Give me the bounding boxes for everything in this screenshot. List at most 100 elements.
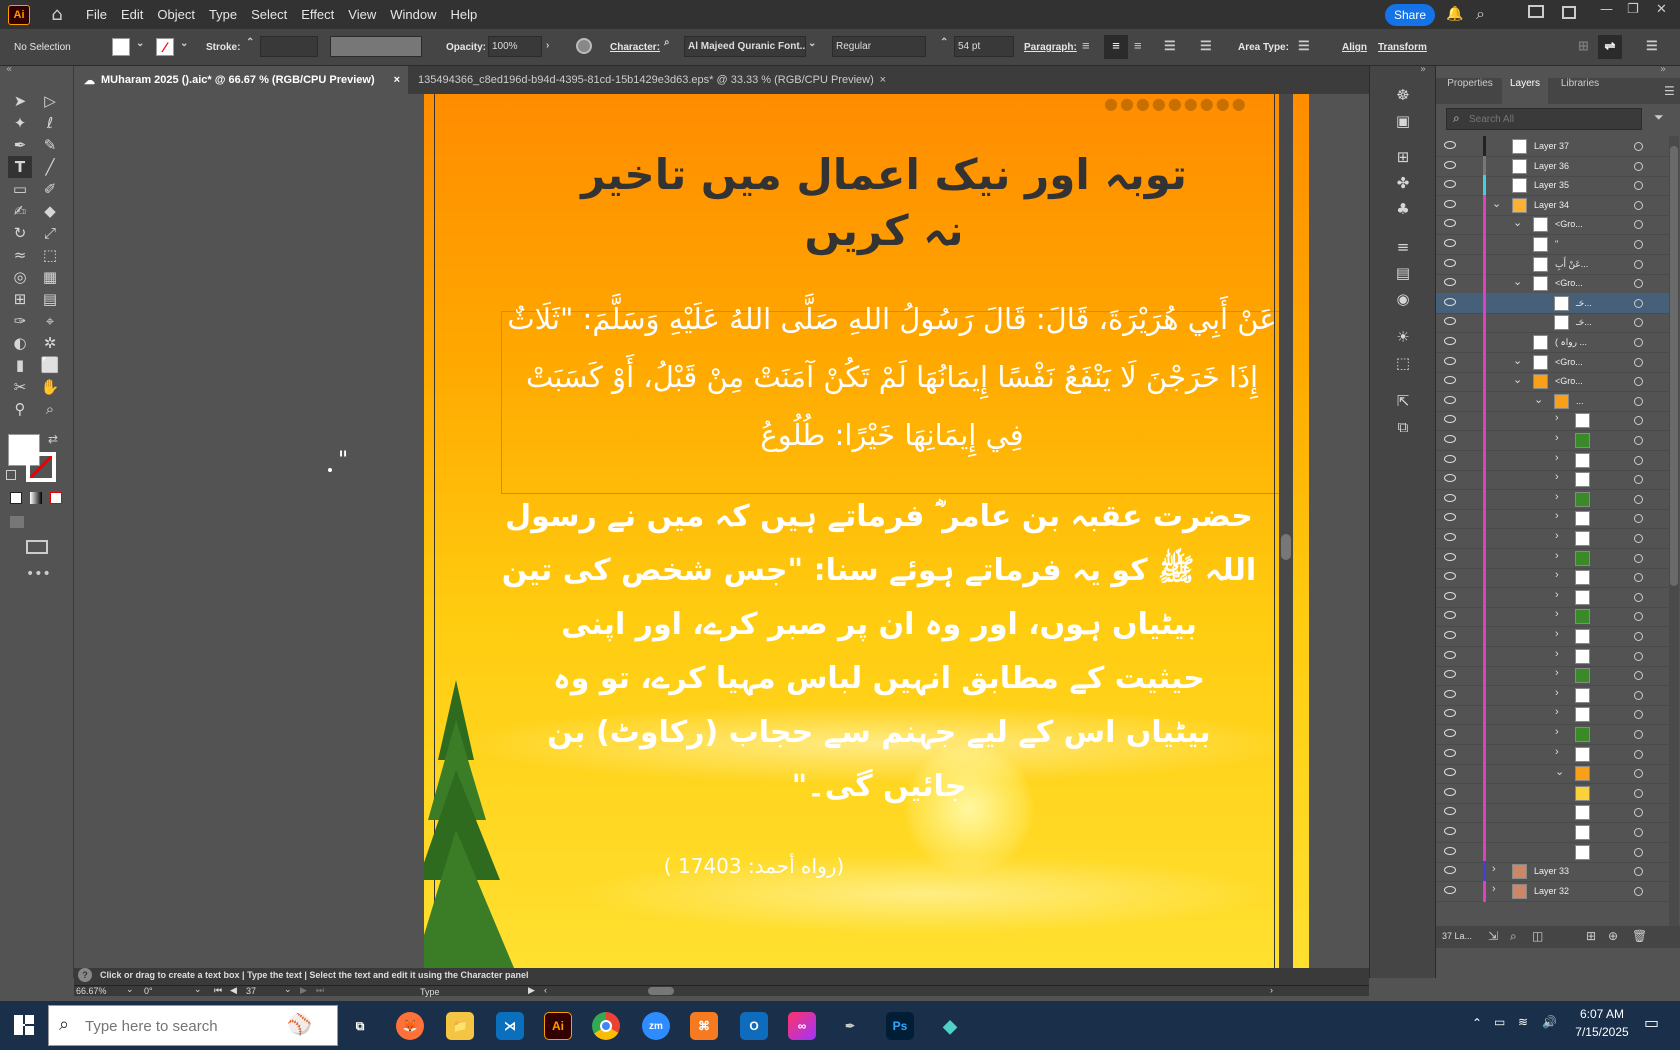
target-circle-icon[interactable] (1634, 240, 1643, 249)
font-size-input[interactable]: 54 pt (954, 36, 1014, 57)
chevron-right-icon[interactable]: › (1555, 471, 1559, 483)
layer-row[interactable] (1436, 782, 1669, 804)
hand-tool-icon[interactable]: ✋ (38, 376, 62, 398)
make-clipping-mask-icon[interactable]: ◫ (1532, 929, 1543, 943)
font-family-input[interactable]: Al Majeed Quranic Font... (684, 36, 806, 57)
layer-row[interactable]: › (1436, 469, 1669, 491)
next-artboard-icon[interactable]: ▶ (300, 985, 307, 996)
windows-start-icon[interactable] (14, 1015, 34, 1035)
layer-name[interactable]: ... (1576, 396, 1584, 406)
artboard-number[interactable]: 37 (246, 986, 286, 996)
paragraph-label[interactable]: Paragraph: (1024, 42, 1077, 53)
layer-row[interactable]: ⌄ <Gro... (1436, 273, 1669, 295)
font-size-stepper-icon[interactable]: ⌃ (940, 37, 948, 48)
new-layer-icon[interactable]: ⊕ (1608, 929, 1618, 943)
layer-name[interactable]: حَـ... (1576, 317, 1592, 328)
direct-selection-tool-icon[interactable]: ▷ (38, 90, 62, 112)
visibility-eye-icon[interactable] (1444, 160, 1456, 169)
layer-row[interactable]: › (1436, 586, 1669, 608)
menu-help[interactable]: Help (450, 7, 477, 22)
stroke-color-swatch[interactable] (26, 452, 56, 482)
visibility-eye-icon[interactable] (1444, 787, 1456, 796)
align-left-icon[interactable]: ≡ (1082, 38, 1090, 53)
urdu-translation-line[interactable]: بیٹیاں ہوں، اور وہ ان پر صبر کرے، اور اپ… (484, 598, 1274, 652)
color-mode-icon[interactable] (10, 492, 22, 504)
layer-name[interactable]: <Gro... (1555, 357, 1583, 367)
layer-row[interactable]: › (1436, 665, 1669, 687)
mesh-tool-icon[interactable]: ⊞ (8, 288, 32, 310)
collect-export-icon[interactable]: ⇲ (1488, 929, 1498, 943)
layer-row[interactable]: " (1436, 234, 1669, 255)
layer-name[interactable]: " (1555, 239, 1558, 249)
target-circle-icon[interactable] (1634, 357, 1643, 367)
chevron-right-icon[interactable]: › (1555, 687, 1559, 699)
menu-select[interactable]: Select (251, 7, 287, 22)
vertical-scrollbar[interactable] (1279, 94, 1293, 968)
layer-name[interactable]: <Gro... (1555, 278, 1583, 288)
shaper-tool-icon[interactable]: ✍ (8, 200, 32, 222)
prev-artboard-icon[interactable]: ◀ (230, 985, 237, 996)
home-icon[interactable]: ⌂ (46, 4, 68, 25)
layer-name[interactable]: Layer 36 (1534, 161, 1569, 171)
chevron-right-icon[interactable]: › (1555, 510, 1559, 522)
visibility-eye-icon[interactable] (1444, 278, 1456, 287)
target-circle-icon[interactable] (1634, 338, 1643, 347)
layer-row[interactable] (1436, 822, 1669, 843)
chevron-down-icon[interactable]: ⌄ (1513, 216, 1522, 229)
visibility-eye-icon[interactable] (1444, 572, 1456, 581)
layer-name[interactable]: حَـ... (1576, 298, 1592, 309)
tab-document-1[interactable]: ☁ MUharam 2025 ().aic* @ 66.67 % (RGB/CP… (74, 66, 408, 94)
layer-search-field[interactable]: ⌕ (1446, 108, 1642, 130)
layer-row[interactable]: Layer 37 (1436, 136, 1669, 157)
layer-name[interactable]: <Gro... (1555, 219, 1583, 229)
urdu-translation-line[interactable]: اللہ ﷺ کو یہ فرماتے ہوئے سنا: "جس شخص کی… (484, 544, 1274, 598)
visibility-eye-icon[interactable] (1444, 435, 1456, 443)
stroke-weight-input[interactable] (260, 36, 318, 57)
chevron-right-icon[interactable]: › (1555, 412, 1559, 424)
appearance-icon[interactable]: ☸ (1391, 84, 1415, 106)
target-circle-icon[interactable] (1634, 749, 1643, 759)
app-gem-icon[interactable]: ◆ (936, 1012, 964, 1040)
target-circle-icon[interactable] (1634, 671, 1643, 681)
layer-row[interactable]: › (1436, 704, 1669, 726)
area-type-icon[interactable]: ☰ (1298, 38, 1310, 54)
lasso-tool-icon[interactable]: ℓ (38, 112, 62, 134)
artboard[interactable]: ●●●●●●●●● توبہ اور نیک اعمال میں تاخیر ن… (424, 94, 1309, 968)
taskbar-search-input[interactable] (85, 1016, 285, 1036)
pen-tool-icon[interactable]: ✒ (8, 134, 32, 156)
visibility-eye-icon[interactable] (1444, 807, 1456, 816)
chevron-down-icon[interactable]: ⌄ (194, 984, 202, 995)
layer-row[interactable]: ⌄ <Gro... (1436, 371, 1669, 393)
target-circle-icon[interactable] (1634, 475, 1643, 485)
last-artboard-icon[interactable]: ⏭ (316, 985, 324, 996)
target-circle-icon[interactable] (1634, 847, 1643, 857)
restore-icon[interactable]: ❐ (1627, 2, 1639, 17)
layer-name[interactable]: Layer 33 (1534, 866, 1569, 876)
visibility-eye-icon[interactable] (1444, 513, 1456, 522)
layer-name[interactable]: Layer 32 (1534, 886, 1569, 896)
layer-row[interactable]: › (1436, 645, 1669, 667)
tray-up-icon[interactable]: ⌃ (1472, 1016, 1482, 1030)
type-tool-icon[interactable]: T (8, 156, 32, 178)
visibility-eye-icon[interactable] (1444, 219, 1456, 228)
perspective-grid-tool-icon[interactable]: ▦ (38, 266, 62, 288)
line-tool-icon[interactable]: ╱ (38, 156, 62, 178)
chevron-down-icon[interactable]: ⌄ (1513, 354, 1522, 367)
title-line-1[interactable]: توبہ اور نیک اعمال میں تاخیر (544, 150, 1224, 199)
target-circle-icon[interactable] (1634, 200, 1643, 210)
more-tools-icon[interactable]: ••• (26, 566, 51, 582)
scrollbar-thumb[interactable] (1670, 146, 1678, 586)
target-circle-icon[interactable] (1634, 867, 1643, 877)
visibility-eye-icon[interactable] (1444, 141, 1456, 149)
taskbar-search-box[interactable]: ⌕ ⚾ (48, 1005, 338, 1046)
scrollbar-thumb[interactable] (1281, 534, 1291, 560)
menu-edit[interactable]: Edit (121, 7, 143, 22)
variable-width-profile[interactable] (330, 36, 422, 57)
transparency-icon[interactable]: ◉ (1391, 288, 1415, 310)
width-tool-icon[interactable]: ≈ (8, 244, 32, 266)
chevron-down-icon[interactable]: ⌄ (136, 38, 144, 49)
layer-row[interactable]: ⌄ <Gro... (1436, 214, 1669, 236)
bell-icon[interactable]: 🔔 (1446, 6, 1463, 22)
layer-row[interactable]: › (1436, 410, 1669, 432)
network-icon[interactable]: ▭ (1494, 1015, 1505, 1029)
